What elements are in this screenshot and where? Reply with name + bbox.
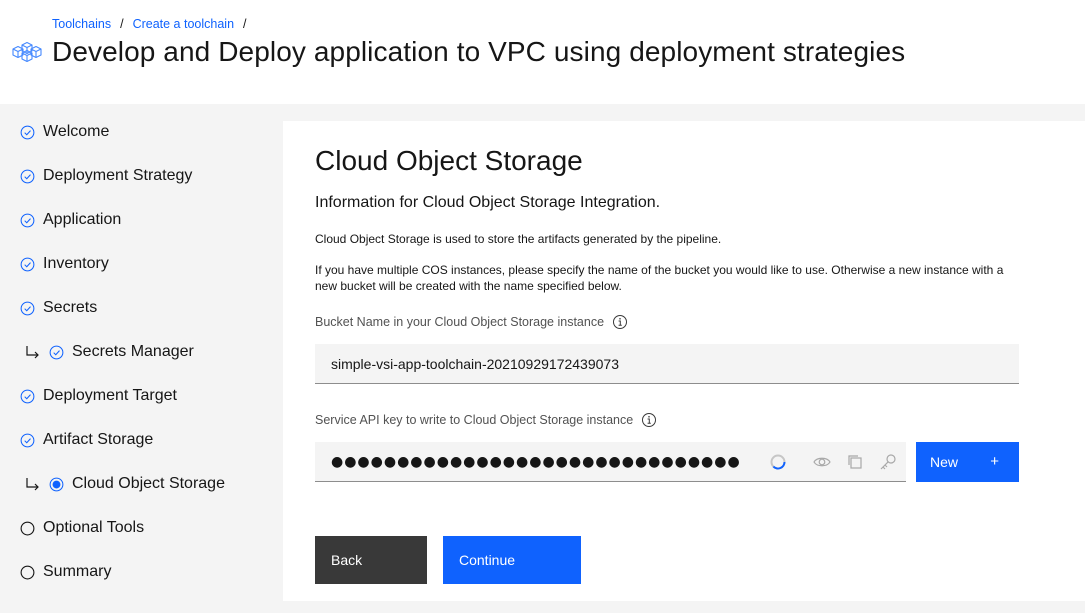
breadcrumb-separator: / <box>243 17 247 31</box>
checkmark-outline-icon <box>20 213 35 227</box>
panel-description: Cloud Object Storage is used to store th… <box>315 232 722 246</box>
panel-subtitle: Information for Cloud Object Storage Int… <box>315 194 661 211</box>
step-label: Deployment Target <box>43 387 177 404</box>
step-cloud-object-storage[interactable]: Cloud Object Storage <box>25 472 225 496</box>
checkmark-outline-icon <box>20 257 35 271</box>
step-summary[interactable]: Summary <box>20 560 111 584</box>
step-label: Welcome <box>43 123 110 140</box>
step-welcome[interactable]: Welcome <box>20 120 109 144</box>
api-key-label-text: Service API key to write to Cloud Object… <box>315 413 634 427</box>
step-optional-tools[interactable]: Optional Tools <box>20 516 144 540</box>
copy-icon[interactable] <box>845 452 865 472</box>
page-header: Toolchains / Create a toolchain / Develo… <box>0 0 1085 104</box>
step-label: Application <box>43 211 122 228</box>
api-key-input[interactable] <box>315 442 755 481</box>
step-deployment-strategy[interactable]: Deployment Strategy <box>20 164 192 188</box>
bucket-name-label: Bucket Name in your Cloud Object Storage… <box>315 314 628 330</box>
checkmark-outline-icon <box>20 301 35 315</box>
incomplete-step-icon <box>20 565 35 579</box>
panel-description-multiple-instances: If you have multiple COS instances, plea… <box>315 263 1004 293</box>
sub-step-arrow-icon <box>26 346 39 359</box>
view-eye-icon[interactable] <box>812 452 832 472</box>
step-secrets[interactable]: Secrets <box>20 296 97 320</box>
step-label: Cloud Object Storage <box>72 475 225 492</box>
step-label: Inventory <box>43 255 109 272</box>
step-label: Summary <box>43 563 112 580</box>
sub-step-arrow-icon <box>26 478 39 491</box>
checkmark-outline-icon <box>20 125 35 139</box>
api-key-label: Service API key to write to Cloud Object… <box>315 412 657 428</box>
new-api-key-button[interactable]: New + <box>916 442 1019 482</box>
page-title: Develop and Deploy application to VPC us… <box>52 36 906 67</box>
wizard-body: Welcome Deployment Strategy Application … <box>0 104 1085 613</box>
checkmark-outline-icon <box>20 169 35 183</box>
new-button-label: New <box>930 454 959 470</box>
step-label: Deployment Strategy <box>43 167 193 184</box>
step-artifact-storage[interactable]: Artifact Storage <box>20 428 153 452</box>
panel-title: Cloud Object Storage <box>315 145 583 176</box>
toolchain-cubes-icon <box>12 41 42 63</box>
bucket-name-input[interactable] <box>315 344 1019 384</box>
step-label: Secrets <box>43 299 98 316</box>
loading-spinner-icon <box>770 454 786 470</box>
step-inventory[interactable]: Inventory <box>20 252 109 276</box>
api-key-field <box>315 442 906 482</box>
step-label: Secrets Manager <box>72 343 194 360</box>
breadcrumb-create-toolchain-link[interactable]: Create a toolchain <box>133 17 234 31</box>
incomplete-step-icon <box>20 521 35 535</box>
back-button[interactable]: Back <box>315 536 427 584</box>
step-label: Optional Tools <box>43 519 145 536</box>
current-step-icon <box>49 477 64 491</box>
breadcrumb: Toolchains / Create a toolchain / <box>52 17 256 31</box>
checkmark-outline-icon <box>20 389 35 403</box>
continue-button[interactable]: Continue <box>443 536 581 584</box>
key-icon[interactable] <box>878 452 898 472</box>
step-deployment-target[interactable]: Deployment Target <box>20 384 177 408</box>
bucket-name-label-text: Bucket Name in your Cloud Object Storage… <box>315 315 605 329</box>
information-icon[interactable] <box>612 314 628 330</box>
progress-sidebar: Welcome Deployment Strategy Application … <box>0 104 283 613</box>
checkmark-outline-icon <box>20 433 35 447</box>
step-secrets-manager[interactable]: Secrets Manager <box>25 340 194 364</box>
add-icon: + <box>990 453 999 470</box>
information-icon[interactable] <box>641 412 657 428</box>
breadcrumb-separator: / <box>120 17 124 31</box>
breadcrumb-toolchains-link[interactable]: Toolchains <box>52 17 111 31</box>
step-application[interactable]: Application <box>20 208 121 232</box>
step-label: Artifact Storage <box>43 431 154 448</box>
cos-form-panel: Cloud Object Storage Information for Clo… <box>283 121 1085 601</box>
checkmark-outline-icon <box>49 345 64 359</box>
